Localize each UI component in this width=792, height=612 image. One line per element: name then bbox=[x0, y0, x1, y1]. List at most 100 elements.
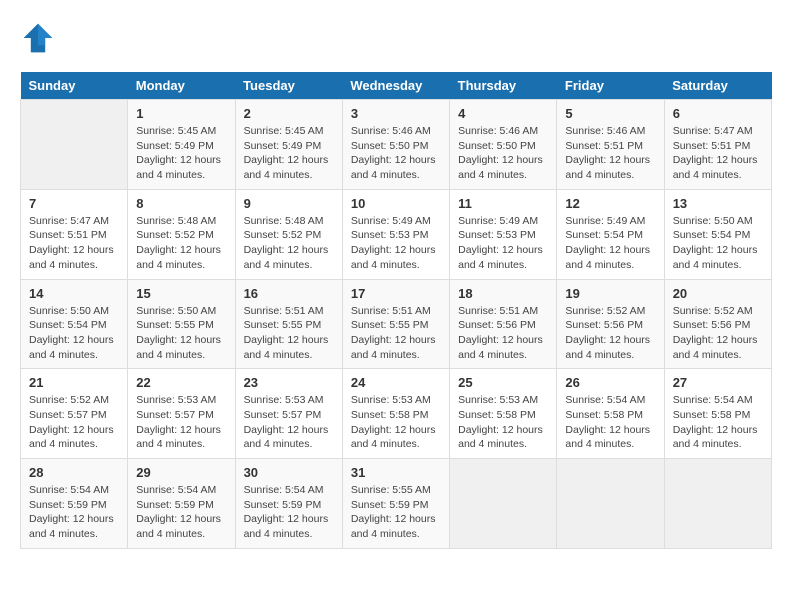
logo-icon bbox=[20, 20, 56, 56]
calendar-week-row: 28 Sunrise: 5:54 AM Sunset: 5:59 PM Dayli… bbox=[21, 459, 772, 549]
calendar-cell: 7 Sunrise: 5:47 AM Sunset: 5:51 PM Daylig… bbox=[21, 189, 128, 279]
calendar-week-row: 14Sunrise: 5:50 AM Sunset: 5:54 PM Dayli… bbox=[21, 279, 772, 369]
day-info: Sunrise: 5:48 AM Sunset: 5:52 PM Dayligh… bbox=[136, 214, 226, 273]
day-number: 4 bbox=[458, 106, 548, 121]
day-number: 2 bbox=[244, 106, 334, 121]
day-number: 20 bbox=[673, 286, 763, 301]
day-info: Sunrise: 5:46 AM Sunset: 5:51 PM Dayligh… bbox=[565, 124, 655, 183]
calendar-cell bbox=[21, 100, 128, 190]
calendar-cell: 18 Sunrise: 5:51 AM Sunset: 5:56 PM Dayli… bbox=[450, 279, 557, 369]
day-info: Sunrise: 5:53 AM Sunset: 5:58 PM Dayligh… bbox=[458, 393, 548, 452]
weekday-header-friday: Friday bbox=[557, 72, 664, 100]
calendar-cell: 19 Sunrise: 5:52 AM Sunset: 5:56 PM Dayli… bbox=[557, 279, 664, 369]
calendar-cell: 12 Sunrise: 5:49 AM Sunset: 5:54 PM Dayli… bbox=[557, 189, 664, 279]
day-info: Sunrise: 5:55 AM Sunset: 5:59 PM Dayligh… bbox=[351, 483, 441, 542]
day-info: Sunrise: 5:53 AM Sunset: 5:57 PM Dayligh… bbox=[244, 393, 334, 452]
weekday-header-saturday: Saturday bbox=[664, 72, 771, 100]
calendar-cell: 27Sunrise: 5:54 AM Sunset: 5:58 PM Dayli… bbox=[664, 369, 771, 459]
calendar-cell: 28 Sunrise: 5:54 AM Sunset: 5:59 PM Dayli… bbox=[21, 459, 128, 549]
day-number: 5 bbox=[565, 106, 655, 121]
day-info: Sunrise: 5:54 AM Sunset: 5:58 PM Dayligh… bbox=[565, 393, 655, 452]
page-header bbox=[20, 20, 772, 56]
calendar-cell: 29 Sunrise: 5:54 AM Sunset: 5:59 PM Dayli… bbox=[128, 459, 235, 549]
day-number: 29 bbox=[136, 465, 226, 480]
calendar-cell: 3 Sunrise: 5:46 AM Sunset: 5:50 PM Daylig… bbox=[342, 100, 449, 190]
day-number: 3 bbox=[351, 106, 441, 121]
calendar-week-row: 21 Sunrise: 5:52 AM Sunset: 5:57 PM Dayli… bbox=[21, 369, 772, 459]
calendar-cell: 1Sunrise: 5:45 AM Sunset: 5:49 PM Daylig… bbox=[128, 100, 235, 190]
calendar-cell bbox=[557, 459, 664, 549]
calendar-cell bbox=[664, 459, 771, 549]
calendar-cell: 23 Sunrise: 5:53 AM Sunset: 5:57 PM Dayli… bbox=[235, 369, 342, 459]
day-info: Sunrise: 5:52 AM Sunset: 5:56 PM Dayligh… bbox=[565, 304, 655, 363]
calendar-cell: 15Sunrise: 5:50 AM Sunset: 5:55 PM Dayli… bbox=[128, 279, 235, 369]
day-number: 7 bbox=[29, 196, 119, 211]
weekday-header-tuesday: Tuesday bbox=[235, 72, 342, 100]
day-number: 19 bbox=[565, 286, 655, 301]
weekday-header-row: SundayMondayTuesdayWednesdayThursdayFrid… bbox=[21, 72, 772, 100]
day-number: 8 bbox=[136, 196, 226, 211]
calendar-week-row: 7 Sunrise: 5:47 AM Sunset: 5:51 PM Daylig… bbox=[21, 189, 772, 279]
day-number: 18 bbox=[458, 286, 548, 301]
calendar-cell: 9Sunrise: 5:48 AM Sunset: 5:52 PM Daylig… bbox=[235, 189, 342, 279]
calendar-cell: 24Sunrise: 5:53 AM Sunset: 5:58 PM Dayli… bbox=[342, 369, 449, 459]
logo bbox=[20, 20, 62, 56]
calendar-cell: 10Sunrise: 5:49 AM Sunset: 5:53 PM Dayli… bbox=[342, 189, 449, 279]
day-info: Sunrise: 5:51 AM Sunset: 5:56 PM Dayligh… bbox=[458, 304, 548, 363]
calendar-cell: 14Sunrise: 5:50 AM Sunset: 5:54 PM Dayli… bbox=[21, 279, 128, 369]
day-number: 22 bbox=[136, 375, 226, 390]
day-number: 14 bbox=[29, 286, 119, 301]
day-number: 30 bbox=[244, 465, 334, 480]
day-info: Sunrise: 5:45 AM Sunset: 5:49 PM Dayligh… bbox=[244, 124, 334, 183]
day-info: Sunrise: 5:52 AM Sunset: 5:56 PM Dayligh… bbox=[673, 304, 763, 363]
weekday-header-monday: Monday bbox=[128, 72, 235, 100]
day-number: 21 bbox=[29, 375, 119, 390]
day-number: 25 bbox=[458, 375, 548, 390]
calendar-cell: 26Sunrise: 5:54 AM Sunset: 5:58 PM Dayli… bbox=[557, 369, 664, 459]
calendar-cell: 13 Sunrise: 5:50 AM Sunset: 5:54 PM Dayli… bbox=[664, 189, 771, 279]
day-info: Sunrise: 5:54 AM Sunset: 5:59 PM Dayligh… bbox=[244, 483, 334, 542]
day-info: Sunrise: 5:48 AM Sunset: 5:52 PM Dayligh… bbox=[244, 214, 334, 273]
day-info: Sunrise: 5:50 AM Sunset: 5:54 PM Dayligh… bbox=[673, 214, 763, 273]
calendar-table: SundayMondayTuesdayWednesdayThursdayFrid… bbox=[20, 72, 772, 549]
calendar-cell: 31 Sunrise: 5:55 AM Sunset: 5:59 PM Dayli… bbox=[342, 459, 449, 549]
calendar-week-row: 1Sunrise: 5:45 AM Sunset: 5:49 PM Daylig… bbox=[21, 100, 772, 190]
weekday-header-wednesday: Wednesday bbox=[342, 72, 449, 100]
calendar-cell bbox=[450, 459, 557, 549]
day-number: 28 bbox=[29, 465, 119, 480]
calendar-cell: 17Sunrise: 5:51 AM Sunset: 5:55 PM Dayli… bbox=[342, 279, 449, 369]
day-info: Sunrise: 5:51 AM Sunset: 5:55 PM Dayligh… bbox=[244, 304, 334, 363]
calendar-cell: 25 Sunrise: 5:53 AM Sunset: 5:58 PM Dayli… bbox=[450, 369, 557, 459]
day-number: 12 bbox=[565, 196, 655, 211]
day-number: 23 bbox=[244, 375, 334, 390]
calendar-cell: 11 Sunrise: 5:49 AM Sunset: 5:53 PM Dayli… bbox=[450, 189, 557, 279]
calendar-cell: 20 Sunrise: 5:52 AM Sunset: 5:56 PM Dayli… bbox=[664, 279, 771, 369]
day-info: Sunrise: 5:49 AM Sunset: 5:53 PM Dayligh… bbox=[458, 214, 548, 273]
day-info: Sunrise: 5:47 AM Sunset: 5:51 PM Dayligh… bbox=[29, 214, 119, 273]
day-info: Sunrise: 5:46 AM Sunset: 5:50 PM Dayligh… bbox=[351, 124, 441, 183]
calendar-cell: 5 Sunrise: 5:46 AM Sunset: 5:51 PM Daylig… bbox=[557, 100, 664, 190]
day-info: Sunrise: 5:46 AM Sunset: 5:50 PM Dayligh… bbox=[458, 124, 548, 183]
day-number: 10 bbox=[351, 196, 441, 211]
calendar-cell: 21 Sunrise: 5:52 AM Sunset: 5:57 PM Dayli… bbox=[21, 369, 128, 459]
day-info: Sunrise: 5:54 AM Sunset: 5:58 PM Dayligh… bbox=[673, 393, 763, 452]
day-info: Sunrise: 5:47 AM Sunset: 5:51 PM Dayligh… bbox=[673, 124, 763, 183]
day-number: 13 bbox=[673, 196, 763, 211]
day-info: Sunrise: 5:51 AM Sunset: 5:55 PM Dayligh… bbox=[351, 304, 441, 363]
calendar-cell: 6Sunrise: 5:47 AM Sunset: 5:51 PM Daylig… bbox=[664, 100, 771, 190]
day-info: Sunrise: 5:53 AM Sunset: 5:58 PM Dayligh… bbox=[351, 393, 441, 452]
day-number: 16 bbox=[244, 286, 334, 301]
day-number: 11 bbox=[458, 196, 548, 211]
day-info: Sunrise: 5:52 AM Sunset: 5:57 PM Dayligh… bbox=[29, 393, 119, 452]
weekday-header-sunday: Sunday bbox=[21, 72, 128, 100]
day-info: Sunrise: 5:49 AM Sunset: 5:54 PM Dayligh… bbox=[565, 214, 655, 273]
calendar-cell: 16 Sunrise: 5:51 AM Sunset: 5:55 PM Dayli… bbox=[235, 279, 342, 369]
day-info: Sunrise: 5:54 AM Sunset: 5:59 PM Dayligh… bbox=[29, 483, 119, 542]
calendar-cell: 30 Sunrise: 5:54 AM Sunset: 5:59 PM Dayli… bbox=[235, 459, 342, 549]
weekday-header-thursday: Thursday bbox=[450, 72, 557, 100]
calendar-cell: 8 Sunrise: 5:48 AM Sunset: 5:52 PM Daylig… bbox=[128, 189, 235, 279]
day-number: 31 bbox=[351, 465, 441, 480]
day-info: Sunrise: 5:50 AM Sunset: 5:55 PM Dayligh… bbox=[136, 304, 226, 363]
day-info: Sunrise: 5:54 AM Sunset: 5:59 PM Dayligh… bbox=[136, 483, 226, 542]
calendar-cell: 2 Sunrise: 5:45 AM Sunset: 5:49 PM Daylig… bbox=[235, 100, 342, 190]
